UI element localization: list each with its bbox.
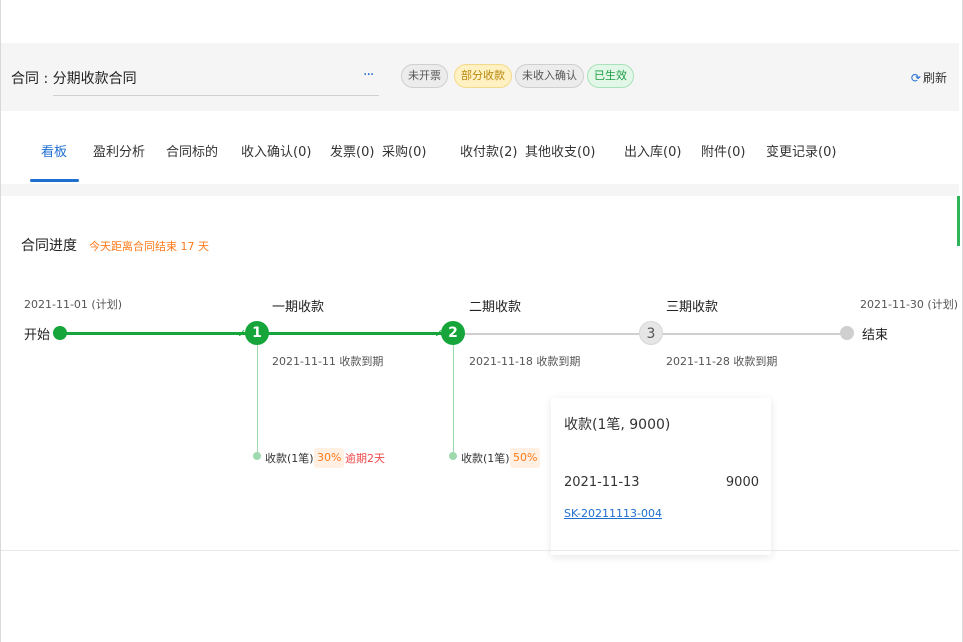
tab-bar: 看板 盈利分析 合同标的 收入确认(0) 发票(0) 采购(0) 收付款(2) … bbox=[1, 131, 959, 183]
contract-title: 合同 : 分期收款合同 bbox=[11, 71, 137, 87]
tab-attachments[interactable]: 附件(0) bbox=[701, 141, 745, 160]
end-date: 2021-11-30 (计划) bbox=[860, 298, 959, 311]
stage-2-due: 2021-11-18 收款到期 bbox=[469, 355, 581, 368]
progress-hint: 今天距离合同结束 17 天 bbox=[89, 240, 209, 253]
stage-1-marker: 1 bbox=[245, 321, 269, 345]
stage-2-receipt-dot bbox=[449, 452, 457, 460]
progress-line-segment-2 bbox=[268, 332, 442, 335]
receipt-popover: 收款(1笔, 9000) 2021-11-13 9000 SK-20211113… bbox=[551, 398, 771, 555]
popover-title: 收款(1笔, 9000) bbox=[564, 417, 671, 433]
status-badge-payment: 部分收款 bbox=[454, 64, 512, 88]
stage-1-receipt-dot bbox=[253, 452, 261, 460]
refresh-button[interactable]: ⟳ 刷新 bbox=[911, 69, 947, 86]
stage-1-receipt[interactable]: 收款(1笔) bbox=[265, 450, 314, 466]
progress-line-segment-1 bbox=[66, 332, 246, 335]
contract-name-underline bbox=[53, 95, 379, 96]
status-badge-effective: 已生效 bbox=[587, 64, 634, 88]
refresh-label: 刷新 bbox=[922, 71, 947, 85]
progress-line-segment-4 bbox=[661, 333, 840, 335]
popover-amount: 9000 bbox=[725, 475, 759, 490]
tab-profit-analysis[interactable]: 盈利分析 bbox=[93, 141, 145, 160]
progress-title: 合同进度 bbox=[21, 238, 77, 254]
end-dot bbox=[840, 326, 854, 340]
stage-3-due: 2021-11-28 收款到期 bbox=[666, 355, 778, 368]
section-divider bbox=[1, 550, 959, 551]
popover-date: 2021-11-13 bbox=[564, 475, 640, 490]
stage-2-title: 二期收款 bbox=[469, 300, 522, 315]
tab-payments[interactable]: 收付款(2) bbox=[460, 141, 517, 160]
stage-1-connector bbox=[257, 345, 258, 453]
stage-1-title: 一期收款 bbox=[272, 300, 325, 315]
tab-dashboard[interactable]: 看板 bbox=[41, 141, 67, 160]
tab-revenue-recognition[interactable]: 收入确认(0) bbox=[241, 141, 311, 160]
stage-2-percent: 50% bbox=[510, 448, 541, 468]
tab-inventory[interactable]: 出入库(0) bbox=[624, 141, 681, 160]
tab-contract-items[interactable]: 合同标的 bbox=[166, 141, 218, 160]
contract-header: 合同 : 分期收款合同 ··· 未开票 部分收款 未收入确认 已生效 ⟳ 刷新 bbox=[1, 43, 959, 111]
more-icon[interactable]: ··· bbox=[363, 67, 374, 83]
status-badge-revenue: 未收入确认 bbox=[515, 64, 584, 88]
scrollbar-thumb[interactable] bbox=[957, 196, 960, 246]
stage-2-receipt[interactable]: 收款(1笔) bbox=[461, 450, 510, 466]
end-label: 结束 bbox=[862, 328, 889, 343]
stage-1-due: 2021-11-11 收款到期 bbox=[272, 355, 384, 368]
progress-line-segment-3 bbox=[463, 333, 639, 335]
stage-1-percent: 30% bbox=[314, 448, 345, 468]
stage-3-marker: 3 bbox=[639, 321, 663, 345]
stage-2-marker: 2 bbox=[441, 321, 465, 345]
receipt-link[interactable]: SK-20211113-004 bbox=[564, 507, 662, 520]
start-label: 开始 bbox=[24, 328, 51, 343]
tabs-separator bbox=[1, 184, 959, 196]
tab-change-log[interactable]: 变更记录(0) bbox=[766, 141, 836, 160]
active-tab-indicator bbox=[30, 179, 79, 182]
start-dot bbox=[53, 326, 67, 340]
start-date: 2021-11-01 (计划) bbox=[24, 298, 123, 311]
refresh-icon: ⟳ bbox=[910, 71, 921, 85]
status-badge-invoice: 未开票 bbox=[401, 64, 448, 88]
stage-1-overdue: 逾期2天 bbox=[345, 452, 385, 465]
stage-3-title: 三期收款 bbox=[666, 300, 719, 315]
tab-other-income-expense[interactable]: 其他收支(0) bbox=[525, 141, 595, 160]
stage-2-connector bbox=[453, 345, 454, 453]
tab-purchases[interactable]: 采购(0) bbox=[382, 141, 426, 160]
tab-invoices[interactable]: 发票(0) bbox=[330, 141, 374, 160]
